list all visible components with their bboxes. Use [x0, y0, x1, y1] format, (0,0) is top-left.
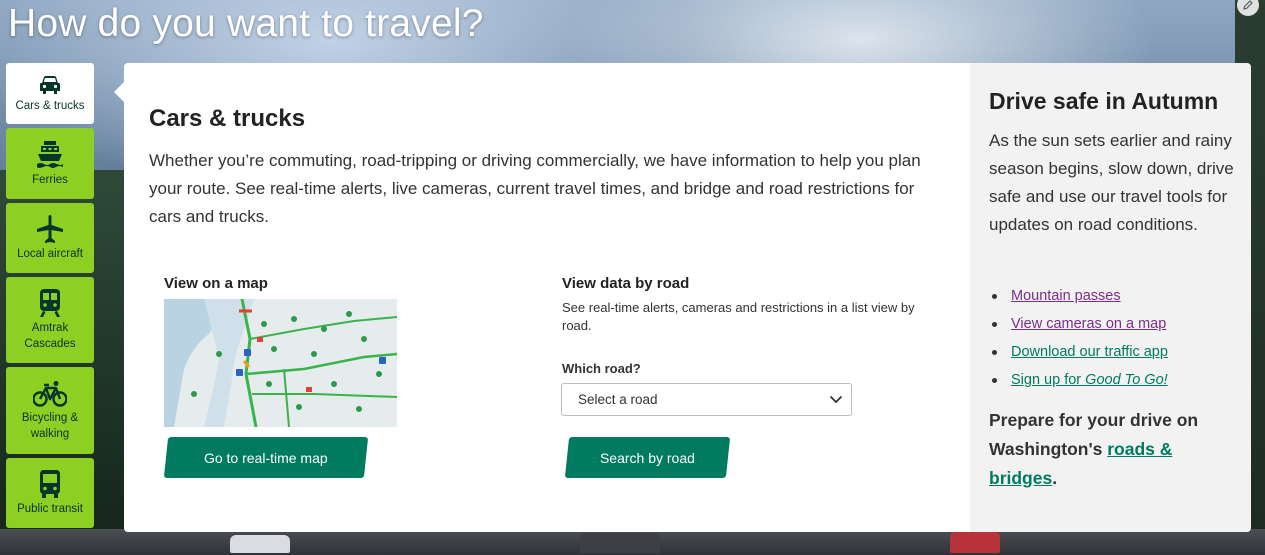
tab-ferries[interactable]: Ferries [6, 128, 94, 199]
bicycle-icon [33, 380, 67, 408]
map-preview[interactable] [164, 299, 397, 427]
background-car [580, 533, 660, 553]
list-item: Sign up for Good To Go! [989, 368, 1168, 396]
drive-safe-panel: Drive safe in Autumn As the sun sets ear… [970, 63, 1251, 532]
background-car [230, 535, 290, 553]
prepare-end: . [1052, 468, 1058, 488]
road-description: See real-time alerts, cameras and restri… [562, 300, 915, 333]
button-label: Go to real-time map [204, 449, 328, 466]
tab-label: Amtrak Cascades [24, 322, 76, 350]
tab-label: Ferries [32, 173, 68, 186]
side-title: Drive safe in Autumn [989, 88, 1219, 114]
tab-amtrak-cascades[interactable]: Amtrak Cascades [6, 277, 94, 363]
road-select[interactable]: Select a road [561, 383, 852, 416]
background-road [0, 529, 1265, 555]
background-car [950, 531, 1000, 553]
download-traffic-app-link[interactable]: Download our traffic app [1011, 344, 1168, 360]
side-description: As the sun sets earlier and rainy season… [989, 131, 1234, 234]
chevron-down-icon [829, 392, 843, 407]
search-by-road-button[interactable]: Search by road [564, 437, 731, 478]
button-label: Search by road [600, 449, 695, 466]
link-emphasis: Good To Go! [1085, 372, 1168, 388]
ferry-icon [36, 140, 64, 170]
good-to-go-link[interactable]: Sign up for Good To Go! [1011, 372, 1168, 388]
tab-local-aircraft[interactable]: Local aircraft [6, 203, 94, 273]
tab-cars-trucks[interactable]: Cars & trucks [6, 63, 94, 124]
car-icon [38, 74, 62, 96]
tab-bicycling-walking[interactable]: Bicycling & walking [6, 367, 94, 454]
tab-label: Bicycling & walking [21, 411, 79, 440]
view-cameras-link[interactable]: View cameras on a map [1011, 316, 1166, 332]
prepare-text: Prepare for your drive on Washington's r… [989, 406, 1244, 493]
map-heading: View on a map [164, 275, 268, 292]
cars-trucks-panel: Cars & trucks Whether you’re commuting, … [124, 63, 970, 532]
tab-label: Local aircraft [17, 248, 83, 260]
list-item: Mountain passes [989, 284, 1168, 312]
train-icon [38, 288, 62, 318]
section-title: Cars & trucks [149, 105, 306, 132]
road-select-value: Select a road [578, 392, 658, 407]
list-item: Download our traffic app [989, 340, 1168, 368]
road-select-label: Which road? [562, 361, 641, 376]
tab-label: Cars & trucks [15, 99, 85, 112]
go-to-real-time-map-button[interactable]: Go to real-time map [163, 437, 369, 478]
link-text: Sign up for [1011, 372, 1086, 388]
airplane-icon [36, 214, 64, 244]
mountain-passes-link[interactable]: Mountain passes [1011, 288, 1121, 304]
tab-label: Public transit [17, 503, 83, 515]
page-title: How do you want to travel? [8, 2, 484, 45]
road-heading: View data by road [562, 275, 690, 292]
list-item: View cameras on a map [989, 312, 1168, 340]
tab-public-transit[interactable]: Public transit [6, 458, 94, 528]
active-tab-pointer [114, 82, 124, 102]
side-links-list: Mountain passes View cameras on a map Do… [989, 284, 1168, 396]
section-description: Whether you’re commuting, road-tripping … [149, 151, 921, 226]
bus-icon [38, 469, 62, 499]
